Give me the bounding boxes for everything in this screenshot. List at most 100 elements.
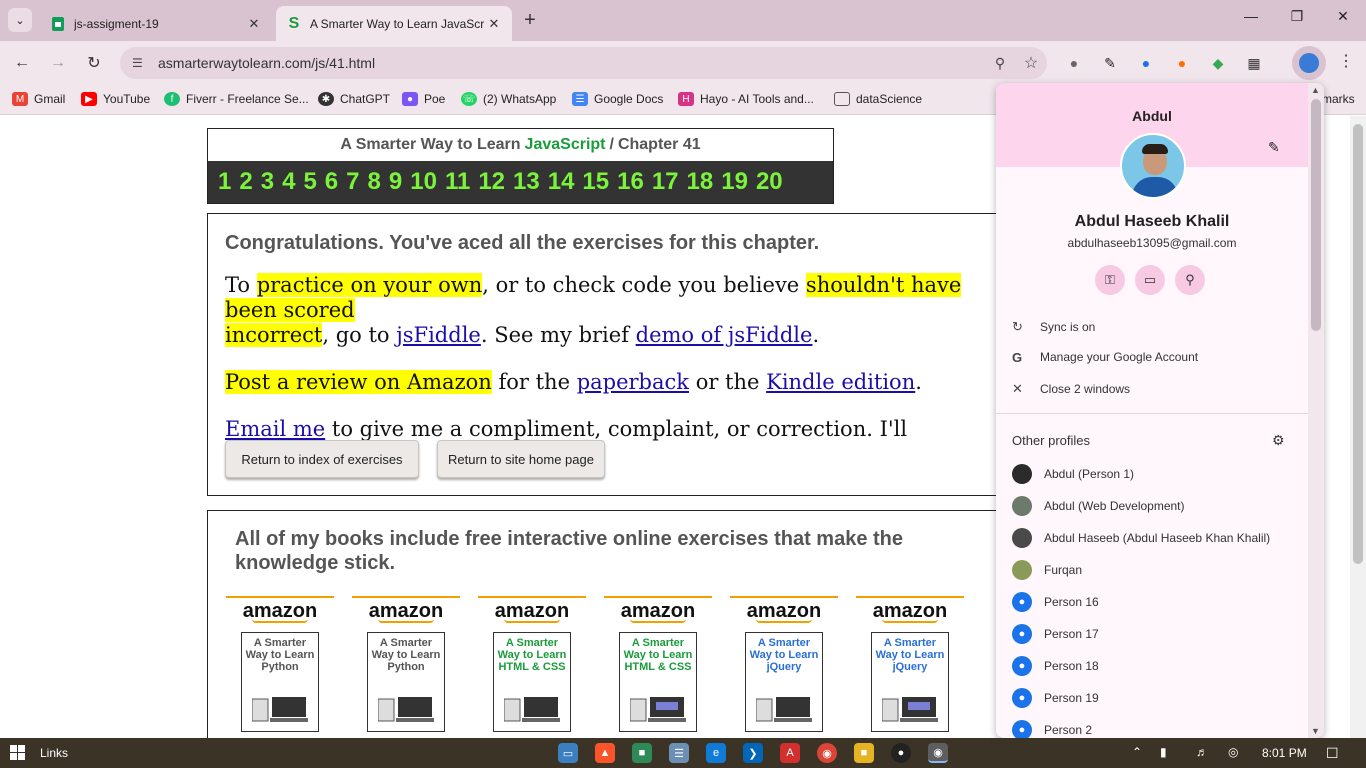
profile-button[interactable]: [1292, 46, 1326, 80]
tab-js-assigment[interactable]: js-assigment-19 ✕: [40, 6, 272, 41]
bookmark-youtube[interactable]: ▶ YouTube: [81, 92, 150, 106]
chapter-link[interactable]: 2: [239, 168, 252, 196]
jsfiddle-demo-link[interactable]: demo of jsFiddle: [636, 323, 813, 347]
reload-icon[interactable]: ↻: [82, 51, 106, 75]
chapter-link[interactable]: 18: [687, 168, 714, 196]
clock[interactable]: 8:01 PM: [1262, 746, 1307, 760]
profile-item[interactable]: ● Person 17: [1012, 623, 1302, 645]
chapter-link[interactable]: 5: [303, 168, 316, 196]
eyedropper-icon[interactable]: ✎: [1100, 53, 1120, 73]
bookmark-google-docs[interactable]: ☰ Google Docs: [572, 92, 663, 106]
desktop-icon[interactable]: ▭: [558, 743, 578, 763]
bookmark-hayo[interactable]: H Hayo - AI Tools and...: [678, 92, 814, 106]
photos-icon[interactable]: ■: [632, 743, 652, 763]
scrollbar-thumb[interactable]: [1311, 99, 1321, 331]
book-card[interactable]: amazon A Smarter Way to Learn Python: [226, 596, 334, 738]
profile-item[interactable]: Abdul Haseeb (Abdul Haseeb Khan Khalil): [1012, 527, 1302, 549]
minimize-icon[interactable]: —: [1236, 8, 1266, 24]
all-bookmarks-label[interactable]: marks: [1322, 92, 1355, 106]
edge-icon[interactable]: e: [706, 743, 726, 763]
chapter-link[interactable]: 19: [721, 168, 748, 196]
chrome-active-icon[interactable]: ◉: [928, 743, 948, 763]
bookmark-star-icon[interactable]: ☆: [1015, 53, 1047, 73]
profile-item[interactable]: ● Person 18: [1012, 655, 1302, 677]
close-windows-row[interactable]: ✕ Close 2 windows: [1012, 379, 1302, 399]
panel-scrollbar[interactable]: ▲ ▼: [1308, 83, 1324, 738]
book-card[interactable]: amazon A Smarter Way to Learn HTML & CSS: [478, 596, 586, 738]
manage-account-row[interactable]: G Manage your Google Account: [1012, 347, 1302, 367]
url-text[interactable]: asmarterwaytolearn.com/js/41.html: [158, 55, 985, 71]
orange-extension-icon[interactable]: ●: [1172, 53, 1192, 73]
wifi-icon[interactable]: ◎: [1228, 745, 1238, 759]
jsfiddle-link[interactable]: jsFiddle: [396, 323, 481, 347]
chapter-link[interactable]: 7: [346, 168, 359, 196]
vscode-icon[interactable]: ❯: [743, 743, 763, 763]
sync-status-row[interactable]: ↻ Sync is on: [1012, 317, 1302, 337]
file-explorer-icon[interactable]: ■: [854, 743, 874, 763]
tab-search-button[interactable]: ⌄: [8, 8, 32, 32]
chapter-link[interactable]: 8: [368, 168, 381, 196]
links-toolbar[interactable]: Links: [40, 746, 68, 760]
book-card[interactable]: amazon A Smarter Way to Learn Python: [352, 596, 460, 738]
card-icon[interactable]: ▭: [1135, 265, 1165, 295]
close-icon[interactable]: ✕: [486, 16, 502, 32]
chapter-link[interactable]: 16: [617, 168, 644, 196]
profile-item[interactable]: ● Person 2: [1012, 719, 1302, 738]
github-icon[interactable]: ●: [891, 743, 911, 763]
brave-icon[interactable]: ▲: [595, 743, 615, 763]
shield-icon[interactable]: ◆: [1208, 53, 1228, 73]
chapter-link[interactable]: 15: [582, 168, 609, 196]
scroll-up-icon[interactable]: ▲: [1311, 85, 1320, 95]
book-card[interactable]: amazon A Smarter Way to Learn jQuery: [856, 596, 964, 738]
profile-item[interactable]: ● Person 16: [1012, 591, 1302, 613]
bookmark-chatgpt[interactable]: ✱ ChatGPT: [318, 92, 390, 106]
page-scrollbar[interactable]: [1350, 116, 1366, 738]
tab-smarter-way[interactable]: S A Smarter Way to Learn JavaScr ✕: [276, 6, 512, 41]
bookmark-datascience[interactable]: dataScience: [834, 92, 922, 106]
chapter-link[interactable]: 20: [756, 168, 783, 196]
chapter-link[interactable]: 9: [389, 168, 402, 196]
chapter-link[interactable]: 12: [478, 168, 505, 196]
notifications-icon[interactable]: ☐: [1326, 745, 1339, 762]
chapter-link[interactable]: 17: [652, 168, 679, 196]
edit-pencil-icon[interactable]: ✎: [1268, 139, 1280, 156]
camera-icon[interactable]: ●: [1064, 53, 1084, 73]
bookmark-poe[interactable]: ● Poe: [402, 92, 445, 106]
profile-item[interactable]: ● Person 19: [1012, 687, 1302, 709]
book-card[interactable]: amazon A Smarter Way to Learn jQuery: [730, 596, 838, 738]
return-home-button[interactable]: Return to site home page: [437, 440, 605, 478]
chapter-link[interactable]: 3: [261, 168, 274, 196]
book-card[interactable]: amazon A Smarter Way to Learn HTML & CSS: [604, 596, 712, 738]
gear-icon[interactable]: ⚙: [1272, 432, 1285, 449]
chapter-link[interactable]: 11: [445, 168, 470, 196]
volume-icon[interactable]: ♬: [1196, 745, 1208, 759]
location-icon[interactable]: ⚲: [1175, 265, 1205, 295]
address-bar[interactable]: ☰ asmarterwaytolearn.com/js/41.html ⚲ ☆: [120, 47, 1047, 79]
scrollbar-thumb[interactable]: [1353, 124, 1363, 564]
chapter-link[interactable]: 1: [218, 168, 231, 196]
zoom-icon[interactable]: ⚲: [985, 55, 1015, 72]
chrome-icon[interactable]: ◉: [817, 743, 837, 763]
chapter-link[interactable]: 4: [282, 168, 295, 196]
chapter-link[interactable]: 14: [548, 168, 575, 196]
profile-item[interactable]: Abdul (Web Development): [1012, 495, 1302, 517]
key-icon[interactable]: ⚿: [1095, 265, 1125, 295]
return-index-button[interactable]: Return to index of exercises: [225, 440, 419, 478]
battery-icon[interactable]: ▮: [1160, 745, 1167, 759]
notepad-icon[interactable]: ☰: [669, 743, 689, 763]
restore-icon[interactable]: ❐: [1282, 8, 1312, 25]
back-icon[interactable]: ←: [10, 51, 34, 75]
paperback-link[interactable]: paperback: [577, 370, 689, 394]
new-tab-button[interactable]: +: [520, 10, 540, 30]
chapter-link[interactable]: 6: [325, 168, 338, 196]
bookmark-gmail[interactable]: M Gmail: [12, 92, 65, 106]
window-close-icon[interactable]: ✕: [1328, 8, 1358, 25]
windows-start-icon[interactable]: [10, 745, 26, 761]
tray-chevron-icon[interactable]: ⌃: [1132, 745, 1142, 759]
scroll-down-icon[interactable]: ▼: [1311, 726, 1320, 736]
drop-extension-icon[interactable]: ●: [1136, 53, 1156, 73]
kindle-link[interactable]: Kindle edition: [766, 370, 915, 394]
bookmark-whatsapp[interactable]: ☏ (2) WhatsApp: [461, 92, 556, 106]
chapter-link[interactable]: 13: [513, 168, 540, 196]
acrobat-icon[interactable]: A: [780, 743, 800, 763]
